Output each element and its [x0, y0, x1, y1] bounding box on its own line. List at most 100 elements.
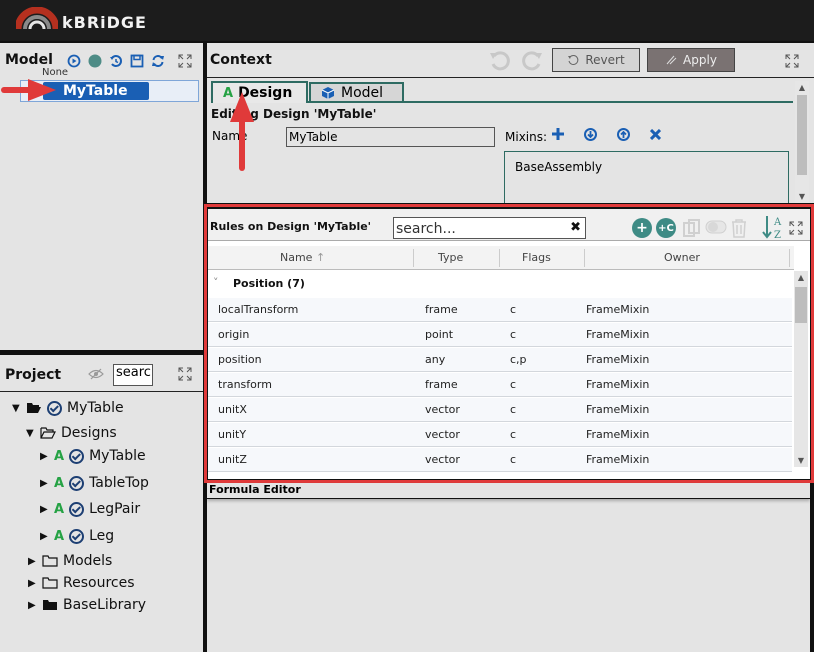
- table-row[interactable]: unitX vector c FrameMixin: [208, 398, 792, 422]
- formula-editor-area[interactable]: [207, 500, 810, 652]
- redo-icon[interactable]: [521, 49, 543, 77]
- column-owner[interactable]: Owner: [664, 251, 700, 264]
- undo-history-icon[interactable]: [108, 53, 123, 68]
- collapsed-caret-icon[interactable]: ▶: [40, 478, 50, 489]
- collapsed-caret-icon[interactable]: ▶: [28, 578, 38, 589]
- tree-item-label: Designs: [61, 425, 117, 441]
- table-row[interactable]: unitZ vector c FrameMixin: [208, 448, 792, 472]
- app-name: kBRiDGE: [62, 13, 147, 32]
- group-row-position[interactable]: ˅ Position (7): [208, 270, 794, 296]
- move-up-icon[interactable]: [617, 128, 630, 145]
- column-name-label: Name: [280, 251, 313, 264]
- scroll-up-icon[interactable]: ▲: [794, 273, 808, 282]
- sort-az-icon[interactable]: AZ: [762, 214, 784, 240]
- tree-item-designs[interactable]: ▼ Designs: [26, 423, 117, 443]
- add-rule-icon[interactable]: +: [632, 218, 652, 238]
- check-circle-icon: [69, 475, 85, 491]
- context-header: Context Revert Apply: [207, 43, 814, 78]
- cell-flags: c: [510, 303, 517, 316]
- column-type[interactable]: Type: [438, 251, 463, 264]
- tree-item-project-mytable[interactable]: ▼ MyTable: [12, 398, 124, 418]
- column-separator[interactable]: [413, 249, 414, 267]
- mixin-item[interactable]: BaseAssembly: [515, 160, 778, 174]
- table-row[interactable]: transform frame c FrameMixin: [208, 373, 792, 397]
- expanded-caret-icon[interactable]: ▼: [26, 428, 36, 439]
- check-circle-icon: [69, 528, 85, 544]
- status-dot-icon[interactable]: [87, 53, 102, 68]
- tree-item-design-mytable[interactable]: ▶ A MyTable: [40, 446, 146, 466]
- expand-icon[interactable]: [178, 367, 192, 381]
- delete-icon[interactable]: [730, 218, 748, 238]
- cell-name: position: [218, 353, 262, 366]
- tree-item-design-tabletop[interactable]: ▶ A TableTop: [40, 473, 149, 493]
- rules-search[interactable]: ✖: [393, 217, 586, 239]
- table-row[interactable]: position any c,p FrameMixin: [208, 348, 792, 372]
- rules-panel: Rules on Design 'MyTable' ✖ + +C AZ Name…: [208, 209, 810, 479]
- cell-flags: c,p: [510, 353, 527, 366]
- hide-eye-icon[interactable]: [88, 368, 104, 380]
- collapsed-caret-icon[interactable]: ▶: [40, 451, 50, 462]
- refresh-icon[interactable]: [150, 53, 165, 68]
- tab-model[interactable]: Model: [309, 82, 404, 101]
- tab-design[interactable]: A Design: [211, 81, 308, 103]
- table-row[interactable]: localTransform frame c FrameMixin: [208, 298, 792, 322]
- tree-item-models[interactable]: ▶ Models: [28, 551, 112, 571]
- undo-icon[interactable]: [489, 49, 511, 77]
- context-scrollbar[interactable]: ▲ ▼: [795, 81, 809, 203]
- model-tree-row-hidden[interactable]: None: [42, 67, 102, 75]
- scroll-down-icon[interactable]: ▼: [795, 192, 809, 201]
- scroll-thumb[interactable]: [795, 287, 807, 323]
- scroll-up-icon[interactable]: ▲: [795, 83, 809, 92]
- tree-item-baselibrary[interactable]: ▶ BaseLibrary: [28, 595, 146, 615]
- tree-item-resources[interactable]: ▶ Resources: [28, 573, 135, 593]
- revert-button[interactable]: Revert: [552, 48, 640, 72]
- column-separator[interactable]: [499, 249, 500, 267]
- toggle-icon[interactable]: [705, 220, 727, 234]
- collapsed-caret-icon[interactable]: ▶: [28, 556, 38, 567]
- column-separator[interactable]: [789, 249, 790, 267]
- tree-item-label: LegPair: [89, 501, 141, 517]
- save-icon[interactable]: [129, 53, 144, 68]
- expanded-caret-icon[interactable]: ▼: [12, 403, 22, 414]
- folder-filled-icon: [43, 600, 57, 610]
- rules-search-input[interactable]: [394, 219, 564, 239]
- group-collapse-chevron-icon[interactable]: ˅: [213, 276, 219, 289]
- scroll-down-icon[interactable]: ▼: [794, 456, 808, 465]
- expand-icon[interactable]: [789, 221, 803, 235]
- expand-icon[interactable]: [178, 54, 192, 68]
- apply-pencil-icon: [666, 55, 677, 65]
- expand-icon[interactable]: [785, 54, 799, 68]
- cell-flags: c: [510, 428, 517, 441]
- move-down-icon[interactable]: [584, 128, 597, 145]
- column-name[interactable]: Name ↑: [280, 251, 325, 264]
- revert-icon: [568, 54, 579, 65]
- project-search-input[interactable]: search: [113, 364, 153, 386]
- collapsed-caret-icon[interactable]: ▶: [40, 531, 50, 542]
- tree-item-design-leg[interactable]: ▶ A Leg: [40, 526, 114, 546]
- tree-item-design-legpair[interactable]: ▶ A LegPair: [40, 499, 140, 519]
- rules-scrollbar[interactable]: ▲ ▼: [794, 271, 808, 467]
- column-separator[interactable]: [584, 249, 585, 267]
- column-flags[interactable]: Flags: [522, 251, 551, 264]
- name-input[interactable]: MyTable: [286, 127, 495, 147]
- collapsed-caret-icon[interactable]: ▶: [40, 504, 50, 515]
- table-row[interactable]: unitY vector c FrameMixin: [208, 423, 792, 447]
- cell-owner: FrameMixin: [586, 353, 650, 366]
- table-row[interactable]: origin point c FrameMixin: [208, 323, 792, 347]
- add-mixin-icon[interactable]: [552, 128, 564, 145]
- folder-outline-icon: [42, 577, 58, 589]
- play-icon[interactable]: [66, 53, 81, 68]
- mixins-list[interactable]: BaseAssembly: [504, 151, 789, 203]
- cell-owner: FrameMixin: [586, 403, 650, 416]
- scroll-thumb[interactable]: [797, 95, 807, 175]
- clear-search-icon[interactable]: ✖: [570, 220, 581, 235]
- model-toolbar: [66, 53, 165, 68]
- cell-owner: FrameMixin: [586, 428, 650, 441]
- tree-item-label: Resources: [63, 575, 135, 591]
- model-panel-title: Model: [5, 52, 53, 68]
- copy-icon[interactable]: [682, 218, 702, 238]
- apply-button[interactable]: Apply: [647, 48, 735, 72]
- remove-mixin-icon[interactable]: [649, 128, 662, 145]
- collapsed-caret-icon[interactable]: ▶: [28, 600, 38, 611]
- add-child-rule-icon[interactable]: +C: [656, 218, 676, 238]
